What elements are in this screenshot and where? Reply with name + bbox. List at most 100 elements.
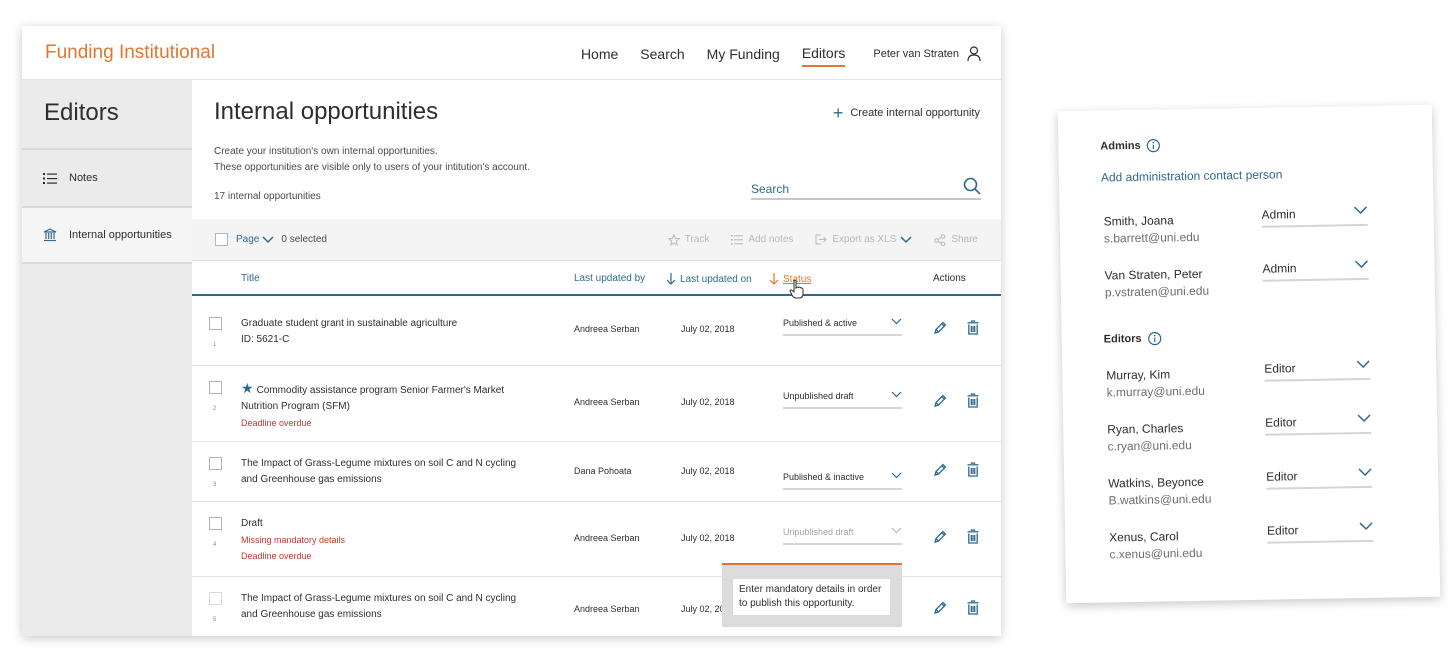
opportunity-title[interactable]: The Impact of Grass-Legume mixtures on s…: [241, 456, 531, 488]
table-row: 2 ★ Commodity assistance program Senior F…: [192, 366, 1001, 442]
edit-button[interactable]: [933, 463, 947, 480]
row-checkbox[interactable]: [209, 592, 222, 605]
list-icon: [731, 234, 744, 245]
chevron-down-icon: [1356, 360, 1370, 369]
edit-button[interactable]: [933, 394, 947, 411]
chevron-down-icon: [891, 391, 902, 398]
admins-heading: Admins: [1100, 139, 1161, 154]
role-value: Admin: [1261, 207, 1296, 222]
star-filled-icon[interactable]: ★: [241, 380, 254, 396]
person-email: B.watkins@uni.edu: [1108, 491, 1212, 508]
opportunity-title[interactable]: The Impact of Grass-Legume mixtures on s…: [241, 591, 531, 623]
add-notes-button[interactable]: Add notes: [731, 234, 793, 245]
delete-button[interactable]: [967, 529, 979, 547]
delete-button[interactable]: [967, 320, 979, 338]
person-entry: Xenus, Carol c.xenus@uni.edu Editor: [1109, 521, 1389, 561]
role-dropdown[interactable]: Editor: [1266, 467, 1373, 490]
person-email: s.barrett@uni.edu: [1103, 229, 1200, 246]
user-menu[interactable]: Peter van Straten: [873, 46, 981, 66]
nav-home[interactable]: Home: [581, 46, 618, 66]
delete-button[interactable]: [967, 600, 979, 618]
sort-down-icon: [769, 273, 779, 285]
role-dropdown[interactable]: Editor: [1265, 413, 1372, 436]
nav-my-funding[interactable]: My Funding: [707, 46, 780, 66]
status-value: Published & active: [783, 318, 858, 328]
share-button[interactable]: Share: [934, 233, 978, 246]
search-input[interactable]: [751, 182, 941, 198]
opportunity-id: ID: 5621-C: [241, 334, 290, 345]
person-entry: Murray, Kim k.murray@uni.edu Editor: [1106, 359, 1386, 400]
delete-button[interactable]: [967, 393, 979, 411]
delete-button[interactable]: [967, 462, 979, 480]
updated-on: July 02, 2018: [681, 466, 735, 476]
opportunity-title[interactable]: Draft Missing mandatory details Deadline o…: [241, 516, 531, 564]
create-opportunity-button[interactable]: + Create internal opportunity: [833, 104, 980, 122]
info-icon[interactable]: [1147, 139, 1161, 153]
chevron-down-icon: [891, 318, 902, 325]
list-icon: [43, 172, 57, 184]
row-checkbox[interactable]: [209, 381, 222, 394]
opportunity-title[interactable]: Graduate student grant in sustainable ag…: [241, 316, 531, 348]
column-label: Title: [241, 273, 260, 284]
table-header: Title Last updated by Last updated on St…: [192, 261, 1001, 299]
row-checkbox[interactable]: [209, 517, 222, 530]
person-entry: Van Straten, Peter p.vstraten@uni.edu Ad…: [1104, 259, 1384, 300]
column-label: Last updated on: [680, 273, 752, 285]
person-email: c.ryan@uni.edu: [1107, 438, 1192, 454]
sidebar-item-notes[interactable]: Notes: [22, 148, 192, 206]
edit-button[interactable]: [933, 321, 947, 338]
trash-icon: [967, 393, 979, 408]
brand-logo[interactable]: Funding Institutional: [45, 42, 215, 64]
chevron-down-icon: [891, 472, 902, 479]
status-dropdown[interactable]: Published & active: [783, 318, 902, 336]
chevron-down-icon: [900, 235, 912, 243]
nav-search[interactable]: Search: [640, 46, 684, 66]
add-admin-contact-link[interactable]: Add administration contact person: [1101, 167, 1283, 184]
column-updated-on[interactable]: Last updated on: [666, 273, 752, 285]
sidebar-item-internal-opportunities[interactable]: Internal opportunities: [22, 206, 192, 264]
export-xls-button[interactable]: Export as XLS: [815, 234, 912, 245]
result-count: 17 internal opportunities: [214, 191, 321, 202]
select-all-checkbox[interactable]: [215, 233, 228, 246]
add-notes-label: Add notes: [748, 234, 794, 245]
page-select-label: Page: [236, 234, 260, 245]
column-updated-by[interactable]: Last updated by: [574, 273, 645, 284]
edit-button[interactable]: [933, 601, 947, 618]
track-button[interactable]: Track: [667, 233, 710, 246]
updated-by: Andreea Serban: [574, 533, 640, 543]
warning-text: Missing mandatory details: [241, 535, 346, 545]
column-title[interactable]: Title: [241, 273, 260, 284]
title-text: The Impact of Grass-Legume mixtures on s…: [241, 593, 517, 620]
role-value: Editor: [1266, 523, 1299, 538]
track-label: Track: [684, 234, 710, 245]
info-icon[interactable]: [1148, 332, 1162, 346]
person-entry: Ryan, Charles c.ryan@uni.edu Editor: [1107, 413, 1387, 454]
role-dropdown[interactable]: Admin: [1261, 205, 1368, 228]
user-icon: [967, 46, 981, 62]
search-icon[interactable]: [963, 177, 981, 195]
description-line: These opportunities are visible only to …: [214, 162, 530, 173]
chevron-down-icon: [1359, 522, 1373, 531]
chevron-down-icon: [891, 527, 902, 534]
tooltip-backdrop: Enter mandatory details in order to publ…: [722, 563, 902, 627]
status-dropdown[interactable]: Published & inactive: [783, 472, 902, 490]
role-value: Editor: [1265, 415, 1297, 430]
updated-on: July 02, 2018: [681, 324, 735, 334]
role-dropdown[interactable]: Admin: [1262, 259, 1369, 282]
person-email: k.murray@uni.edu: [1106, 383, 1205, 400]
status-dropdown[interactable]: Unpublished draft: [783, 527, 902, 545]
status-dropdown[interactable]: Unpublished draft: [783, 391, 902, 409]
admins-heading-label: Admins: [1100, 139, 1141, 153]
row-checkbox[interactable]: [209, 317, 222, 330]
roles-panel: Admins Add administration contact person…: [1057, 104, 1441, 604]
table-toolbar: Page 0 selected Track Add notes Export a…: [192, 219, 1001, 261]
role-dropdown[interactable]: Editor: [1266, 521, 1374, 544]
sidebar-title: Editors: [44, 99, 119, 126]
row-checkbox[interactable]: [209, 457, 222, 470]
edit-button[interactable]: [933, 530, 947, 547]
opportunity-title[interactable]: ★ Commodity assistance program Senior Far…: [241, 380, 531, 431]
nav-editors[interactable]: Editors: [801, 45, 846, 67]
role-dropdown[interactable]: Editor: [1264, 359, 1371, 382]
top-bar: Funding Institutional Home Search My Fun…: [22, 26, 1001, 80]
page-select-dropdown[interactable]: Page: [236, 234, 274, 245]
